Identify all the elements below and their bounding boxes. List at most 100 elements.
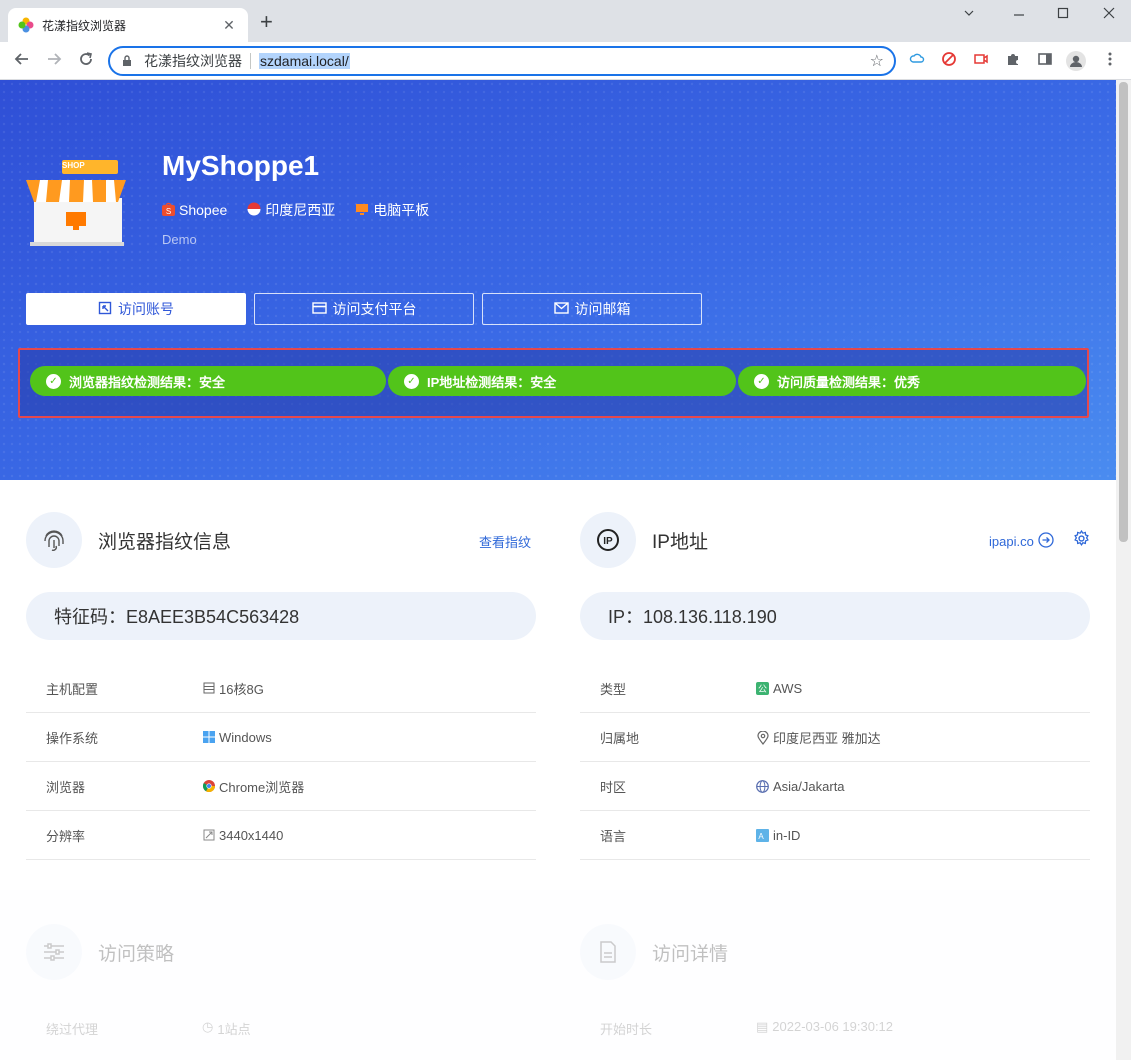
table-row: 浏览器 Chrome浏览器 xyxy=(26,762,536,811)
browser-toolbar: 花漾指纹浏览器 szdamai.local/ ☆ xyxy=(0,42,1131,80)
os-value: Windows xyxy=(219,729,272,745)
view-fingerprint-link[interactable]: 查看指纹 xyxy=(479,532,531,551)
table-row: 时区 Asia/Jakarta xyxy=(580,762,1090,811)
table-row: 分辨率 3440x1440 xyxy=(26,811,536,860)
close-window-button[interactable] xyxy=(1086,6,1131,22)
bookmark-star-icon[interactable]: ☆ xyxy=(870,51,884,71)
profile-avatar-icon[interactable] xyxy=(1066,51,1086,71)
minimize-window-button[interactable] xyxy=(996,6,1042,22)
location-icon xyxy=(756,729,769,745)
scrollbar-thumb[interactable] xyxy=(1119,82,1128,542)
svg-text:A: A xyxy=(758,832,764,841)
ip-location-value: 印度尼西亚 雅加达 xyxy=(773,730,881,746)
tab-strip: 花漾指纹浏览器 ✕ + xyxy=(0,0,1131,42)
table-row: 语言 A in-ID xyxy=(580,811,1090,860)
tab-title: 花漾指纹浏览器 xyxy=(42,18,127,33)
document-icon xyxy=(580,924,636,980)
row-value: Windows xyxy=(202,730,272,745)
visit-account-label: 访问账号 xyxy=(118,301,174,317)
external-link-icon xyxy=(98,301,112,318)
ip-check-text: IP地址检测结果：安全 xyxy=(427,374,557,390)
cloud-type-icon: 公 xyxy=(756,681,769,695)
new-tab-button[interactable]: + xyxy=(260,11,273,33)
mail-icon xyxy=(553,301,569,317)
quality-check-badge: ✓ 访问质量检测结果：优秀 xyxy=(738,366,1086,396)
site-name: 花漾指纹浏览器 xyxy=(144,53,242,69)
visit-mailbox-button[interactable]: 访问邮箱 xyxy=(482,293,702,325)
row-value: A in-ID xyxy=(756,828,800,843)
camera-extension-icon[interactable] xyxy=(971,51,991,71)
visit-mailbox-label: 访问邮箱 xyxy=(574,301,631,317)
row-value: 公 AWS xyxy=(756,681,802,696)
device-tag: 电脑平板 xyxy=(355,200,429,220)
svg-text:S: S xyxy=(166,207,171,216)
policy-row-value-wrap: ◷ 1站点 xyxy=(202,1019,251,1038)
table-row: 类型 公 AWS xyxy=(580,664,1090,713)
table-row: 主机配置 16核8G xyxy=(26,664,536,713)
windows-icon xyxy=(202,730,215,744)
ip-address-bar: IP：108.136.118.190 xyxy=(580,592,1090,640)
visit-payment-label: 访问支付平台 xyxy=(332,301,417,317)
minimize-button[interactable] xyxy=(946,6,992,22)
tab-close-icon[interactable]: ✕ xyxy=(220,17,238,34)
fingerprint-section-header: 浏览器指纹信息 xyxy=(26,512,231,568)
browser-tab[interactable]: 花漾指纹浏览器 ✕ xyxy=(8,8,248,42)
side-panel-icon[interactable] xyxy=(1035,51,1055,71)
server-icon xyxy=(202,682,215,695)
maximize-button[interactable] xyxy=(1040,6,1086,22)
forward-icon[interactable] xyxy=(42,49,66,73)
check-icon: ✓ xyxy=(754,373,769,389)
fingerprint-code-bar: 特征码：E8AEE3B54C563428 xyxy=(26,592,536,640)
sliders-icon xyxy=(26,924,82,980)
row-label: 浏览器 xyxy=(46,779,86,795)
more-menu-icon[interactable] xyxy=(1100,51,1120,71)
row-label: 语言 xyxy=(600,828,627,844)
shop-name: MyShoppe1 xyxy=(162,150,320,181)
language-icon: A xyxy=(756,828,769,842)
details-row-value: 2022-03-06 19:30:12 xyxy=(772,1019,894,1034)
reload-icon[interactable] xyxy=(74,49,98,73)
ip-check-badge: ✓ IP地址检测结果：安全 xyxy=(388,366,736,396)
chrome-icon xyxy=(202,779,215,793)
ipapi-link[interactable]: ipapi.co xyxy=(989,532,1054,551)
region-label: 印度尼西亚 xyxy=(265,202,336,218)
shop-sign-text: SHOP xyxy=(62,161,85,170)
monitor-icon xyxy=(355,202,369,219)
world-map-background xyxy=(0,80,1116,480)
back-icon[interactable] xyxy=(10,49,34,73)
row-value: Chrome浏览器 xyxy=(202,777,304,796)
svg-text:公: 公 xyxy=(758,684,767,695)
visit-account-button[interactable]: 访问账号 xyxy=(26,293,246,325)
visit-payment-button[interactable]: 访问支付平台 xyxy=(254,293,474,325)
block-icon[interactable] xyxy=(939,51,959,71)
shop-group-tag: Demo xyxy=(162,232,197,247)
divider xyxy=(250,53,251,69)
url-text[interactable]: szdamai.local/ xyxy=(259,53,350,69)
ip-type-value: AWS xyxy=(773,680,803,696)
check-icon: ✓ xyxy=(404,373,419,389)
row-label: 归属地 xyxy=(600,730,640,746)
settings-gear-icon[interactable] xyxy=(1073,529,1090,552)
quality-check-text: 访问质量检测结果：优秀 xyxy=(777,374,921,390)
fingerprint-icon xyxy=(26,512,82,568)
ip-section-title: IP地址 xyxy=(652,531,708,553)
table-row: 归属地 印度尼西亚 雅加达 xyxy=(580,713,1090,762)
shopee-logo-icon: S xyxy=(162,202,175,219)
row-label: 类型 xyxy=(600,681,627,697)
row-label: 主机配置 xyxy=(46,681,99,697)
row-value: 3440x1440 xyxy=(202,828,283,843)
puzzle-icon[interactable] xyxy=(1003,51,1023,71)
row-value: Asia/Jakarta xyxy=(756,779,845,794)
page-scrollbar[interactable] xyxy=(1116,80,1131,1060)
address-bar[interactable]: 花漾指纹浏览器 szdamai.local/ ☆ xyxy=(108,46,896,76)
fingerprint-check-badge: ✓ 浏览器指纹检测结果：安全 xyxy=(30,366,386,396)
browser-value: Chrome浏览器 xyxy=(219,779,305,795)
extension-cloud-icon[interactable] xyxy=(907,51,927,71)
ip-badge-icon: IP xyxy=(580,512,636,568)
policy-row-label: 绕过代理 xyxy=(46,1022,99,1037)
details-row-value-wrap: ▤ 2022-03-06 19:30:12 xyxy=(756,1019,893,1035)
fingerprint-check-text: 浏览器指纹检测结果：安全 xyxy=(69,374,226,390)
details-section-title: 访问详情 xyxy=(652,943,729,965)
platform-tag: S Shopee xyxy=(162,200,227,220)
fingerprint-section-title: 浏览器指纹信息 xyxy=(98,531,232,553)
